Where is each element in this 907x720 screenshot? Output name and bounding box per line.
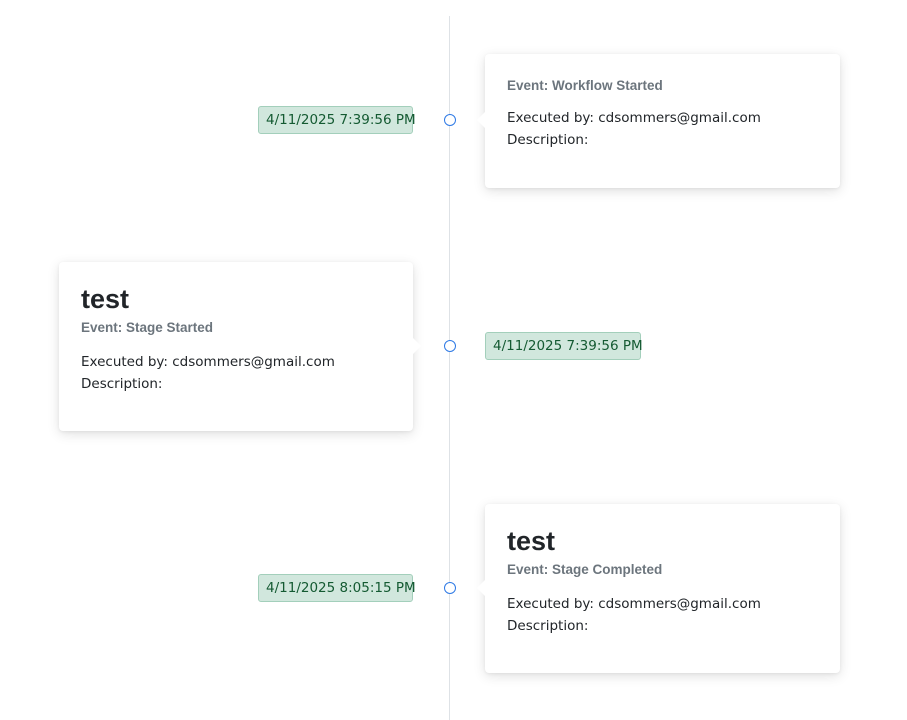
timeline-card-stage-started: [data-name="timeline-card-stage-started"… (59, 262, 421, 431)
card-description: Description: (507, 618, 589, 634)
card-event-label: Event: Stage Started (81, 320, 214, 335)
card-executed-by: Executed by: cdsommers@gmail.com (507, 596, 761, 612)
timeline-card-stage-completed: [data-name="timeline-card-stage-complete… (477, 504, 840, 673)
card-description: Description: (507, 132, 589, 148)
card-executed-by: Executed by: cdsommers@gmail.com (507, 110, 761, 126)
timeline-card-workflow-started: [data-name="timeline-card-workflow-start… (477, 54, 840, 188)
card-executed-by: Executed by: cdsommers@gmail.com (81, 354, 335, 370)
timestamp-badge: 4/11/2025 7:39:56 PM (258, 106, 416, 134)
card-title: test (81, 284, 130, 314)
card-title: test (507, 526, 556, 556)
card-event-label: Event: Workflow Started (507, 78, 663, 93)
card-description: Description: (81, 376, 163, 392)
timeline-dot-icon (444, 114, 456, 126)
card-event-label: Event: Stage Completed (507, 562, 663, 577)
timeline-dot-icon (444, 582, 456, 594)
timestamp-badge: 4/11/2025 8:05:15 PM (258, 574, 416, 602)
timeline-dot-icon (444, 340, 456, 352)
timestamp-badge: 4/11/2025 7:39:56 PM (485, 332, 643, 360)
